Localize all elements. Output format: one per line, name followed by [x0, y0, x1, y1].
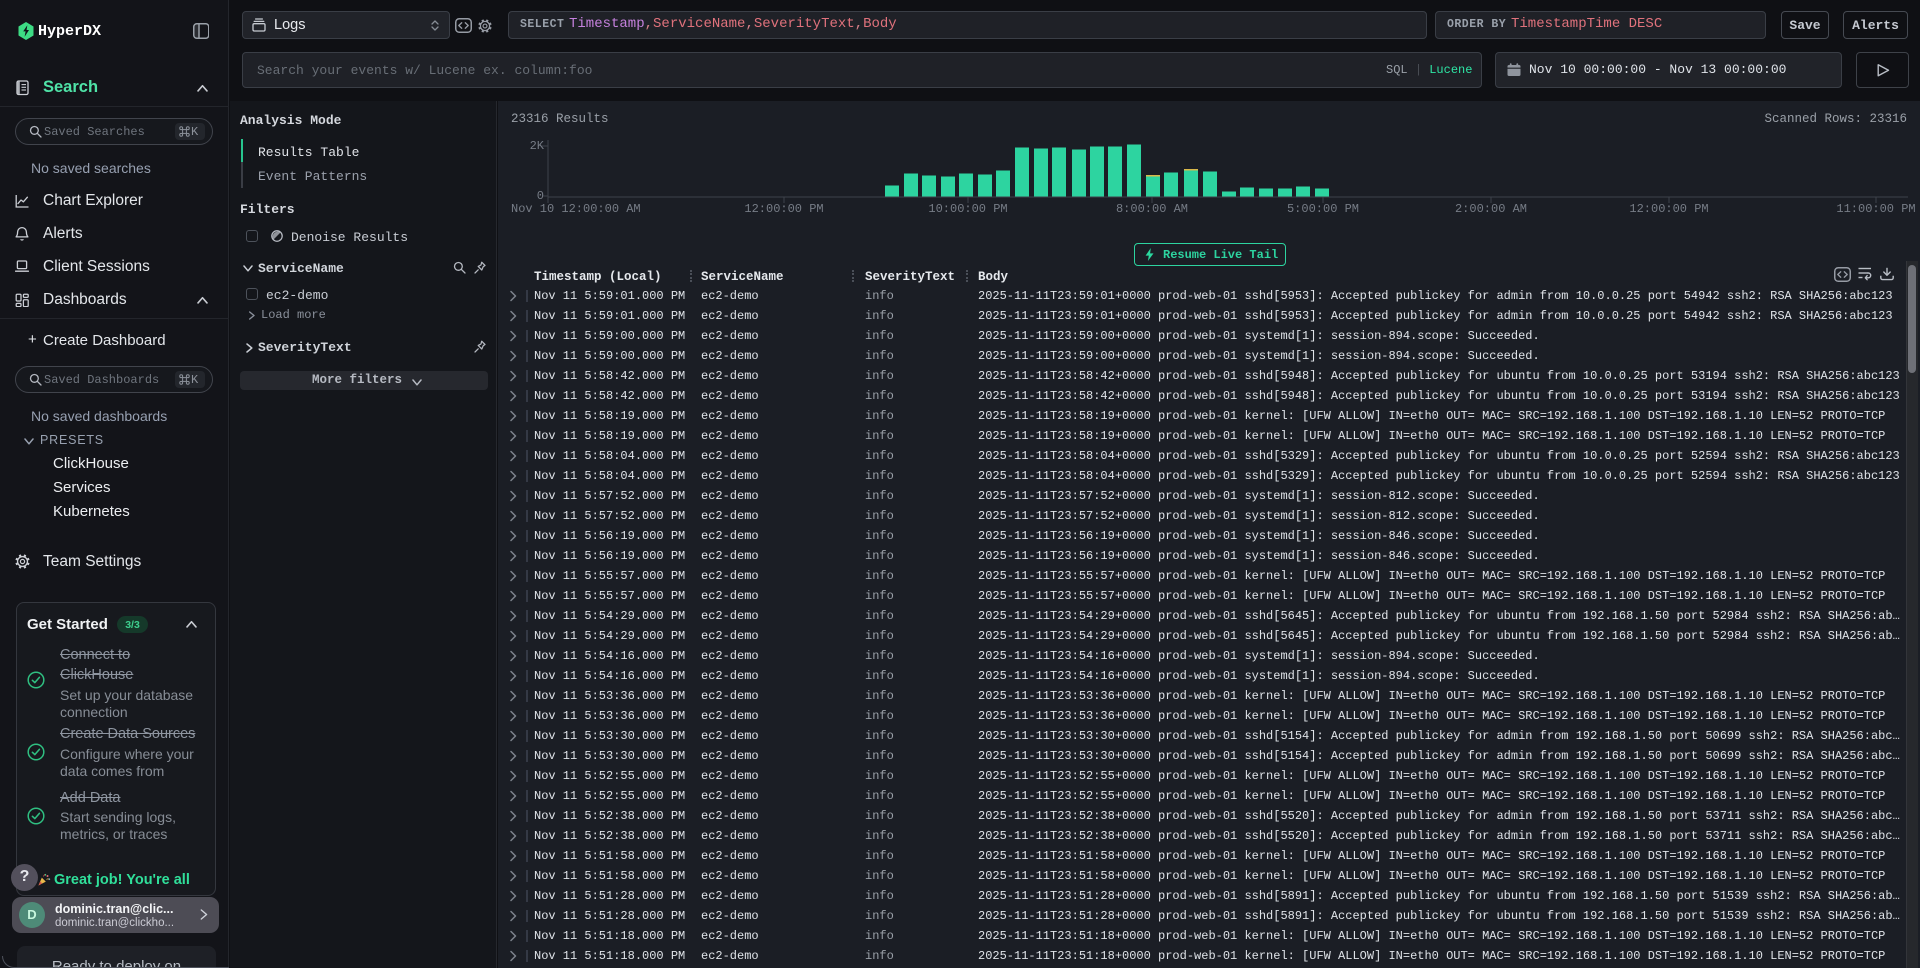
- svg-text:10:00:00 PM: 10:00:00 PM: [928, 202, 1007, 216]
- svg-text:0: 0: [537, 189, 544, 203]
- svg-text:2K: 2K: [530, 139, 545, 153]
- svg-text:12:00:00 PM: 12:00:00 PM: [1629, 202, 1708, 216]
- svg-text:8:00:00 AM: 8:00:00 AM: [1116, 202, 1188, 216]
- svg-text:11:00:00 PM: 11:00:00 PM: [1836, 202, 1915, 216]
- svg-text:12:00:00 PM: 12:00:00 PM: [744, 202, 823, 216]
- svg-text:5:00:00 PM: 5:00:00 PM: [1287, 202, 1359, 216]
- svg-text:2:00:00 AM: 2:00:00 AM: [1455, 202, 1527, 216]
- svg-text:Nov 10 12:00:00 AM: Nov 10 12:00:00 AM: [511, 202, 641, 216]
